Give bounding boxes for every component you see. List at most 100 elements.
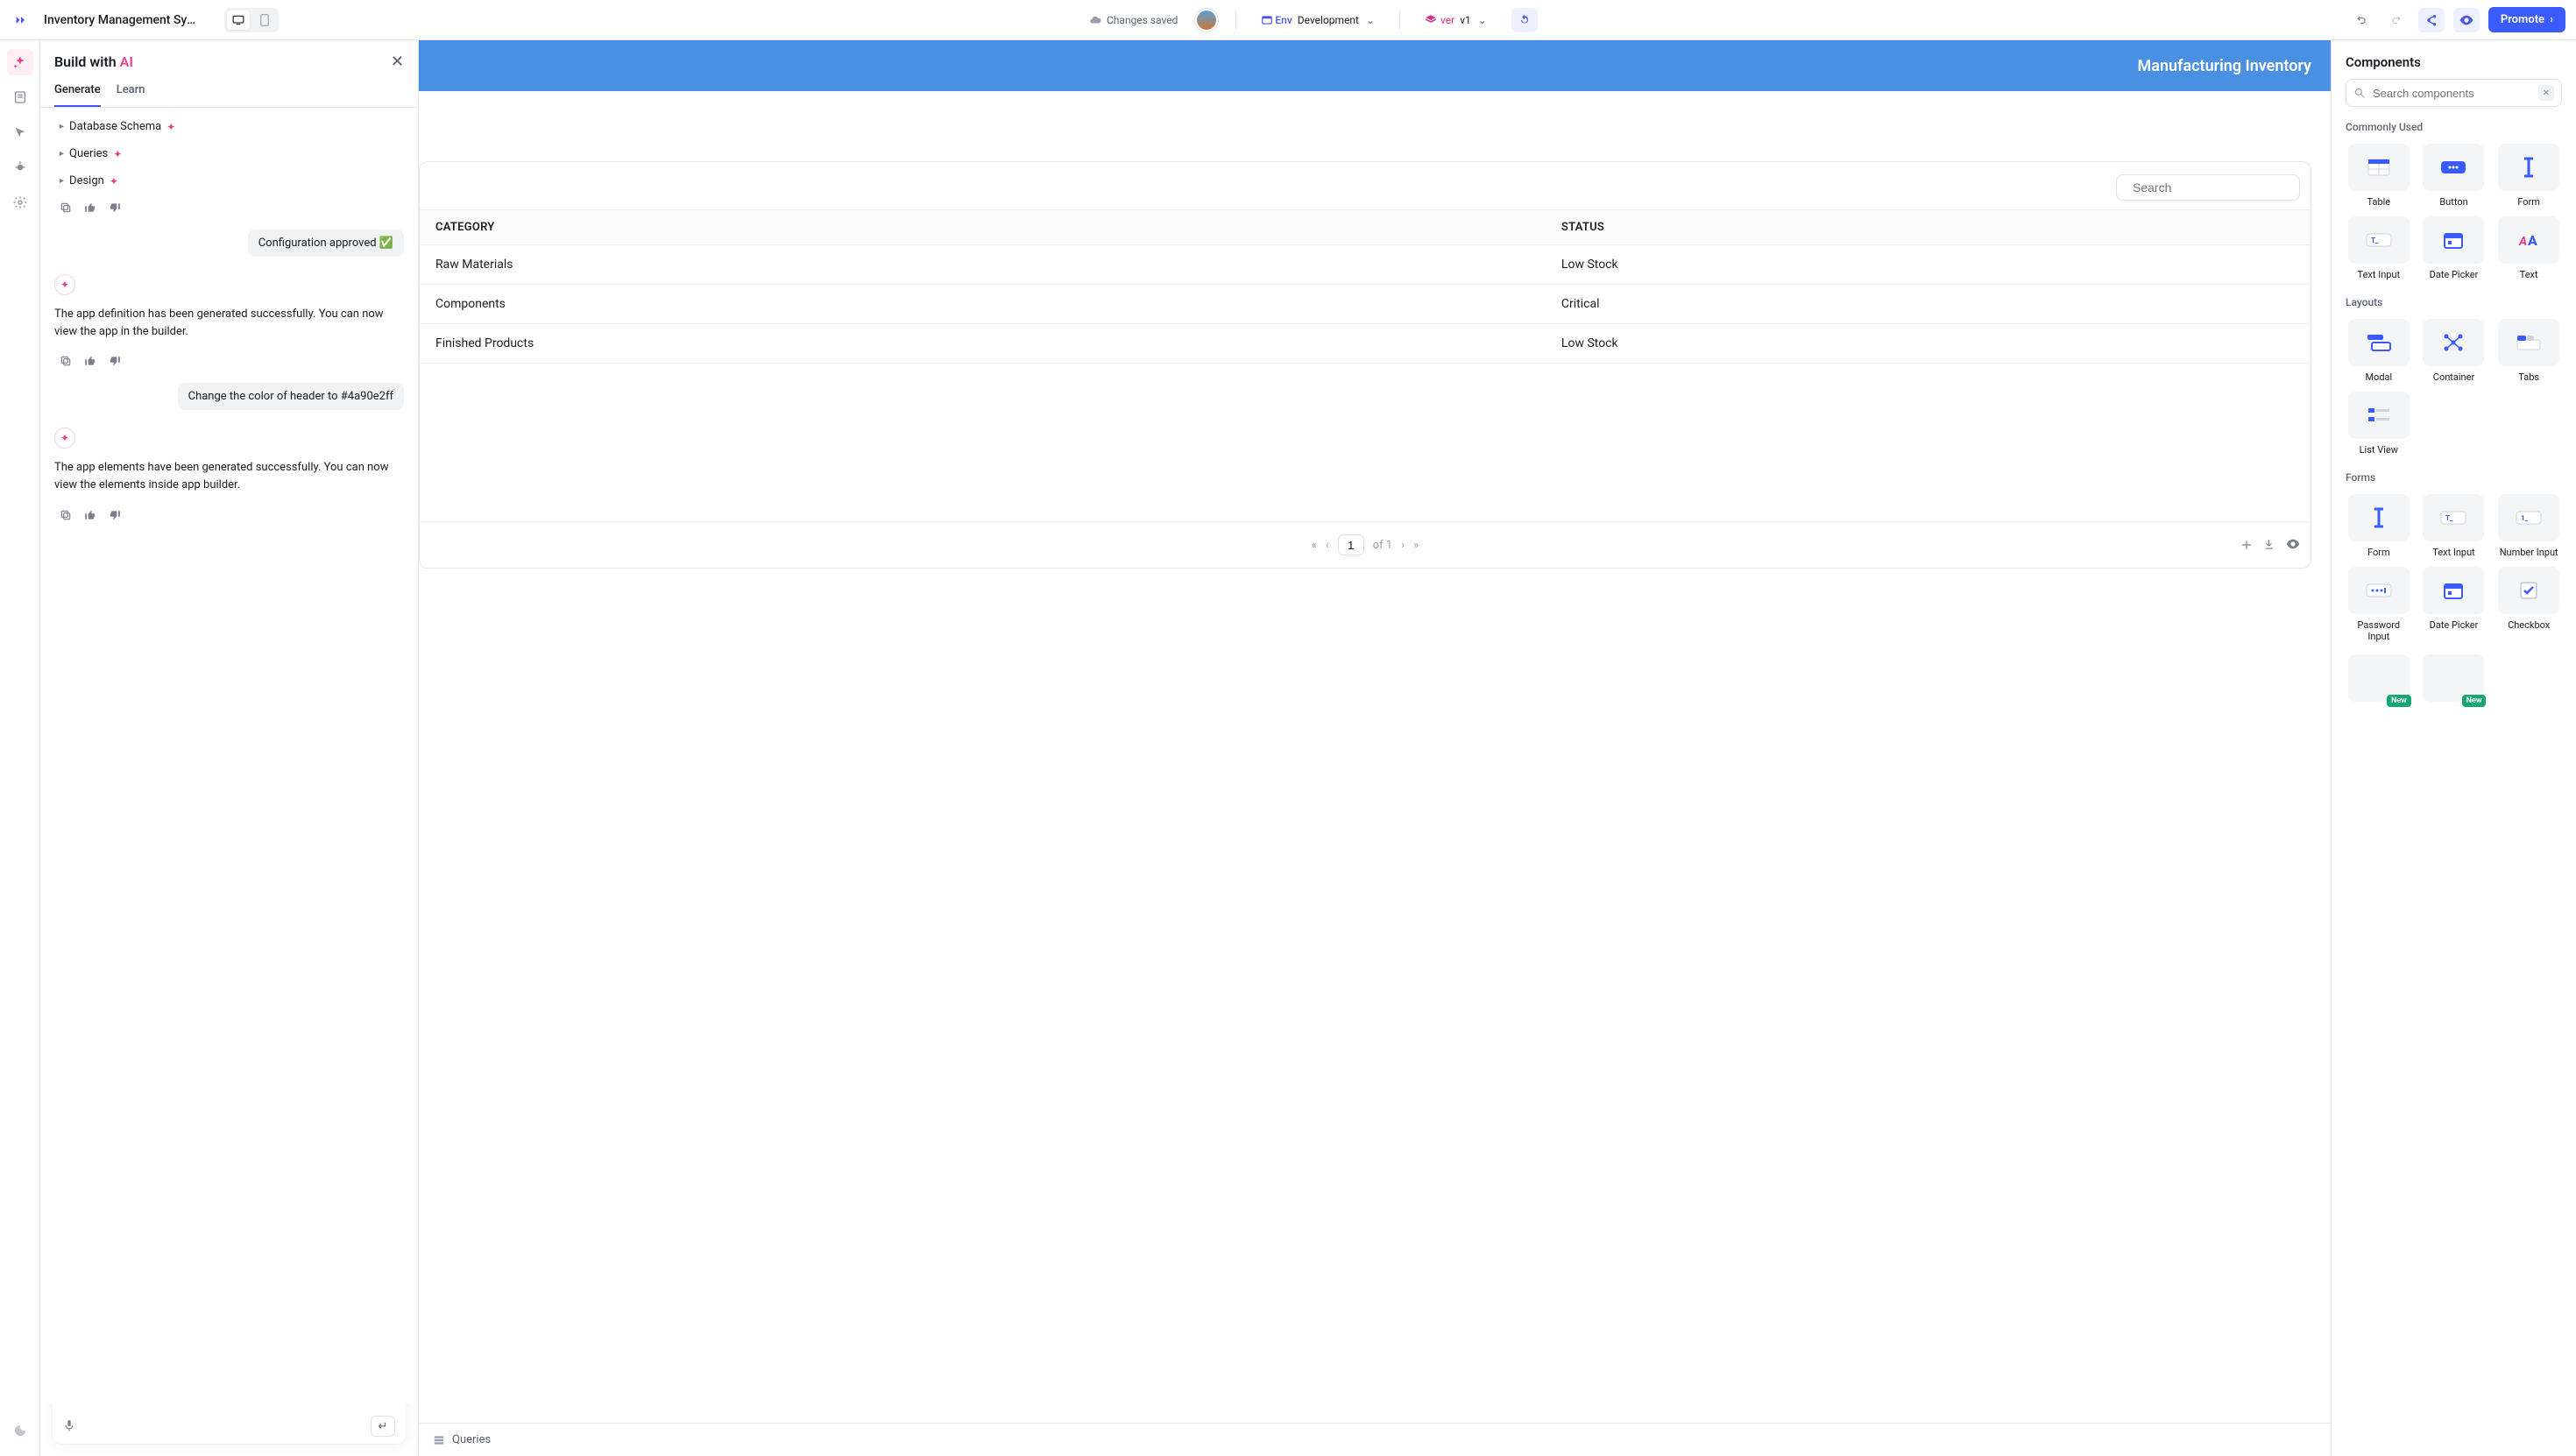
table-row[interactable]: Raw MaterialsLow Stock: [420, 245, 2311, 285]
table-row[interactable]: ComponentsCritical: [420, 285, 2311, 324]
canvas-scroll[interactable]: Manufacturing Inventory CATEGORY STATU: [419, 40, 2331, 1423]
app-preview-header[interactable]: Manufacturing Inventory: [419, 40, 2331, 91]
rail-theme-button[interactable]: [7, 1417, 33, 1444]
user-avatar[interactable]: [1195, 9, 1218, 32]
table-search[interactable]: [2116, 174, 2300, 201]
rail-inspect-button[interactable]: [7, 119, 33, 145]
sparkle-icon: ✦: [166, 121, 175, 133]
separator: [1235, 11, 1236, 30]
comp-tabs[interactable]: Tabs: [2495, 319, 2562, 383]
cell: Low Stock: [1546, 324, 2311, 364]
tab-learn[interactable]: Learn: [117, 76, 145, 107]
table-footer: « ‹ of 1 › »: [420, 521, 2311, 568]
ai-message: The app definition has been generated su…: [54, 306, 404, 341]
version-selector[interactable]: ver v1 ⌄: [1418, 11, 1494, 30]
add-row-button[interactable]: [2240, 539, 2253, 551]
comp-number-input[interactable]: 1_Number Input: [2495, 494, 2562, 558]
new-badge: New: [2387, 695, 2411, 707]
comp-label: Password Input: [2346, 619, 2412, 642]
comp-form[interactable]: Form: [2495, 144, 2562, 208]
comp-label: Checkbox: [2508, 619, 2550, 631]
components-search-input[interactable]: [2373, 87, 2531, 100]
comp-container[interactable]: Container: [2421, 319, 2488, 383]
copy-icon[interactable]: [60, 355, 72, 367]
desktop-device-button[interactable]: [227, 11, 250, 30]
sparkle-icon: ✦: [110, 175, 118, 187]
components-title: Components: [2332, 40, 2576, 79]
comp-new-2[interactable]: New: [2421, 654, 2488, 702]
caret-right-icon: ▸: [60, 149, 64, 159]
copy-icon[interactable]: [60, 509, 72, 521]
queries-icon: [433, 1434, 445, 1446]
table-row[interactable]: Finished ProductsLow Stock: [420, 324, 2311, 364]
components-search[interactable]: ✕: [2346, 79, 2562, 107]
tab-generate[interactable]: Generate: [54, 76, 101, 107]
caret-right-icon: ▸: [60, 122, 64, 131]
rail-settings-button[interactable]: [7, 189, 33, 216]
clear-search-button[interactable]: ✕: [2538, 85, 2554, 101]
caret-right-icon: ▸: [60, 176, 64, 186]
preview-button[interactable]: [2453, 8, 2480, 32]
promote-button[interactable]: Promote ›: [2488, 7, 2565, 32]
comp-modal[interactable]: Modal: [2346, 319, 2412, 383]
table-card[interactable]: CATEGORY STATUS Raw MaterialsLow Stock C…: [419, 161, 2311, 569]
comp-date-picker[interactable]: Date Picker: [2421, 216, 2488, 280]
app-logo[interactable]: [11, 10, 32, 31]
rail-pages-button[interactable]: [7, 84, 33, 110]
comp-text-input2[interactable]: T_Text Input: [2421, 494, 2488, 558]
rail-ai-button[interactable]: [7, 49, 33, 75]
share-button[interactable]: [2418, 8, 2445, 32]
download-button[interactable]: [2263, 539, 2275, 551]
section-common: Commonly Used: [2332, 117, 2576, 135]
chevron-down-icon: ⌄: [1478, 14, 1487, 26]
comp-checkbox[interactable]: Checkbox: [2495, 567, 2562, 642]
col-category[interactable]: CATEGORY: [420, 210, 1546, 245]
comp-text[interactable]: AAText: [2495, 216, 2562, 280]
ver-value: v1: [1460, 14, 1471, 26]
refresh-button[interactable]: [1511, 8, 1538, 32]
pager-last-button[interactable]: »: [1413, 539, 1419, 552]
visibility-button[interactable]: [2286, 539, 2300, 551]
mobile-device-button[interactable]: [253, 11, 276, 30]
ai-prompt-input[interactable]: [63, 1376, 395, 1416]
copy-icon[interactable]: [60, 201, 72, 214]
comp-button[interactable]: Button: [2421, 144, 2488, 208]
comp-text-input[interactable]: T_Text Input: [2346, 216, 2412, 280]
thumbs-down-icon[interactable]: [109, 201, 121, 214]
rail-debug-button[interactable]: [7, 154, 33, 180]
app-preview-title: Manufacturing Inventory: [2138, 57, 2311, 75]
ai-title-ai: AI: [120, 53, 133, 70]
mic-icon[interactable]: [63, 1419, 75, 1433]
close-button[interactable]: ✕: [391, 53, 404, 71]
promote-label: Promote: [2501, 13, 2544, 26]
comp-date-picker2[interactable]: Date Picker: [2421, 567, 2488, 642]
app-name-input[interactable]: Inventory Management System: [44, 13, 202, 27]
thumbs-down-icon[interactable]: [109, 509, 121, 521]
comp-list-view[interactable]: List View: [2346, 392, 2412, 456]
comp-form2[interactable]: Form: [2346, 494, 2412, 558]
thumbs-up-icon[interactable]: [84, 201, 96, 214]
comp-label: Text Input: [2432, 547, 2475, 558]
thumbs-down-icon[interactable]: [109, 355, 121, 367]
table-search-input[interactable]: [2133, 180, 2291, 194]
comp-new-1[interactable]: New: [2346, 654, 2412, 702]
tree-row-design[interactable]: ▸ Design ✦: [54, 171, 404, 191]
col-status[interactable]: STATUS: [1546, 210, 2311, 245]
queries-bar[interactable]: Queries: [419, 1423, 2331, 1456]
pager-first-button[interactable]: «: [1312, 539, 1317, 552]
undo-button[interactable]: [2348, 8, 2374, 32]
env-selector[interactable]: Env Development ⌄: [1254, 11, 1382, 30]
tree-row-queries[interactable]: ▸ Queries ✦: [54, 144, 404, 164]
pager-next-button[interactable]: ›: [1401, 539, 1405, 552]
comp-label: Text: [2520, 269, 2538, 280]
comp-password-input[interactable]: Password Input: [2346, 567, 2412, 642]
comp-table[interactable]: Table: [2346, 144, 2412, 208]
tree-row-schema[interactable]: ▸ Database Schema ✦: [54, 117, 404, 137]
redo-button[interactable]: [2383, 8, 2410, 32]
pager-prev-button[interactable]: ‹: [1326, 539, 1329, 552]
ai-avatar-icon: ✦: [54, 274, 75, 295]
thumbs-up-icon[interactable]: [84, 509, 96, 521]
thumbs-up-icon[interactable]: [84, 355, 96, 367]
pager-page-input[interactable]: [1338, 534, 1364, 555]
send-button[interactable]: ↵: [371, 1416, 395, 1437]
